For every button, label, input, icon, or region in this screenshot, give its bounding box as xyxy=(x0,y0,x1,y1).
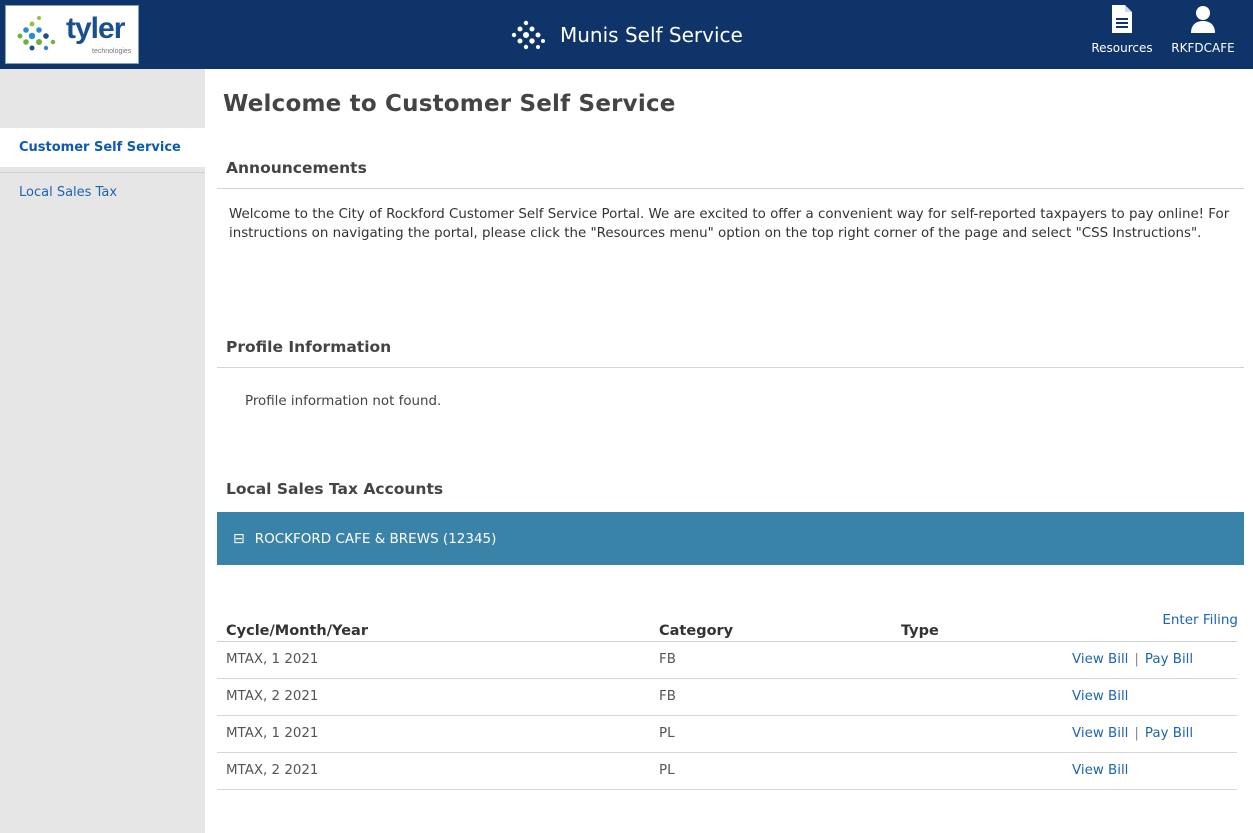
page-title: Welcome to Customer Self Service xyxy=(223,91,676,117)
sidebar-item-local-sales-tax[interactable]: Local Sales Tax xyxy=(0,172,205,211)
row-actions: View Bill | Pay Bill xyxy=(1072,726,1193,741)
cell-cycle: MTAX, 2 2021 xyxy=(226,763,319,778)
table-row: MTAX, 2 2021 PL View Bill xyxy=(217,753,1237,790)
cell-category: FB xyxy=(659,652,676,667)
top-header: tyler technologies Munis Self Service Re… xyxy=(0,0,1253,69)
cell-cycle: MTAX, 1 2021 xyxy=(226,652,319,667)
column-header-type: Type xyxy=(901,623,939,639)
profile-heading: Profile Information xyxy=(217,338,1244,368)
app-title: Munis Self Service xyxy=(560,23,743,47)
pay-bill-link[interactable]: Pay Bill xyxy=(1145,726,1193,741)
collapse-icon[interactable]: ⊟ xyxy=(233,531,245,547)
resources-label: Resources xyxy=(1091,41,1153,55)
cell-category: PL xyxy=(659,726,675,741)
logo-subtext: technologies xyxy=(92,48,132,55)
row-actions: View Bill xyxy=(1072,763,1128,778)
cell-cycle: MTAX, 1 2021 xyxy=(226,726,319,741)
munis-dots-icon xyxy=(511,20,545,50)
user-menu-button[interactable]: RKFDCAFE xyxy=(1163,4,1243,55)
table-header: Cycle/Month/Year Category Type xyxy=(217,611,1237,642)
tyler-dots-logo-icon xyxy=(17,16,56,51)
resources-button[interactable]: Resources xyxy=(1082,4,1162,55)
sidebar: Customer Self Service Local Sales Tax xyxy=(0,69,205,833)
link-separator: | xyxy=(1134,726,1139,741)
pay-bill-link[interactable]: Pay Bill xyxy=(1145,652,1193,667)
cell-category: FB xyxy=(659,689,676,704)
view-bill-link[interactable]: View Bill xyxy=(1072,689,1128,704)
accounts-heading: Local Sales Tax Accounts xyxy=(217,480,1244,510)
app-title-group: Munis Self Service xyxy=(510,18,743,52)
announcements-heading: Announcements xyxy=(217,159,1244,189)
column-header-cycle: Cycle/Month/Year xyxy=(226,623,368,639)
link-separator: | xyxy=(1134,652,1139,667)
view-bill-link[interactable]: View Bill xyxy=(1072,763,1128,778)
account-header-bar[interactable]: ⊟ ROCKFORD CAFE & BREWS (12345) xyxy=(217,512,1244,565)
view-bill-link[interactable]: View Bill xyxy=(1072,726,1128,741)
cell-category: PL xyxy=(659,763,675,778)
view-bill-link[interactable]: View Bill xyxy=(1072,652,1128,667)
account-name: ROCKFORD CAFE & BREWS (12345) xyxy=(254,530,497,547)
profile-heading-text: Profile Information xyxy=(226,338,392,356)
sidebar-item-customer-self-service[interactable]: Customer Self Service xyxy=(0,128,205,167)
sidebar-item-label: Customer Self Service xyxy=(19,140,181,155)
row-actions: View Bill xyxy=(1072,689,1128,704)
column-header-category: Category xyxy=(659,623,734,639)
profile-message: Profile information not found. xyxy=(245,394,442,409)
table-row: MTAX, 2 2021 FB View Bill xyxy=(217,679,1237,716)
user-icon xyxy=(1191,6,1215,33)
accounts-heading-text: Local Sales Tax Accounts xyxy=(226,480,444,498)
user-label: RKFDCAFE xyxy=(1171,41,1235,55)
announcement-text: Welcome to the City of Rockford Customer… xyxy=(229,207,1230,241)
table-row: MTAX, 1 2021 FB View Bill | Pay Bill xyxy=(217,642,1237,679)
tyler-logo[interactable]: tyler technologies xyxy=(5,5,139,64)
sidebar-item-label: Local Sales Tax xyxy=(19,185,118,200)
document-icon xyxy=(1112,5,1132,33)
main-content: Welcome to Customer Self Service Announc… xyxy=(205,69,1253,833)
cell-cycle: MTAX, 2 2021 xyxy=(226,689,319,704)
logo-text: tyler xyxy=(66,12,125,45)
announcements-heading-text: Announcements xyxy=(226,159,367,177)
row-actions: View Bill | Pay Bill xyxy=(1072,652,1193,667)
table-row: MTAX, 1 2021 PL View Bill | Pay Bill xyxy=(217,716,1237,753)
